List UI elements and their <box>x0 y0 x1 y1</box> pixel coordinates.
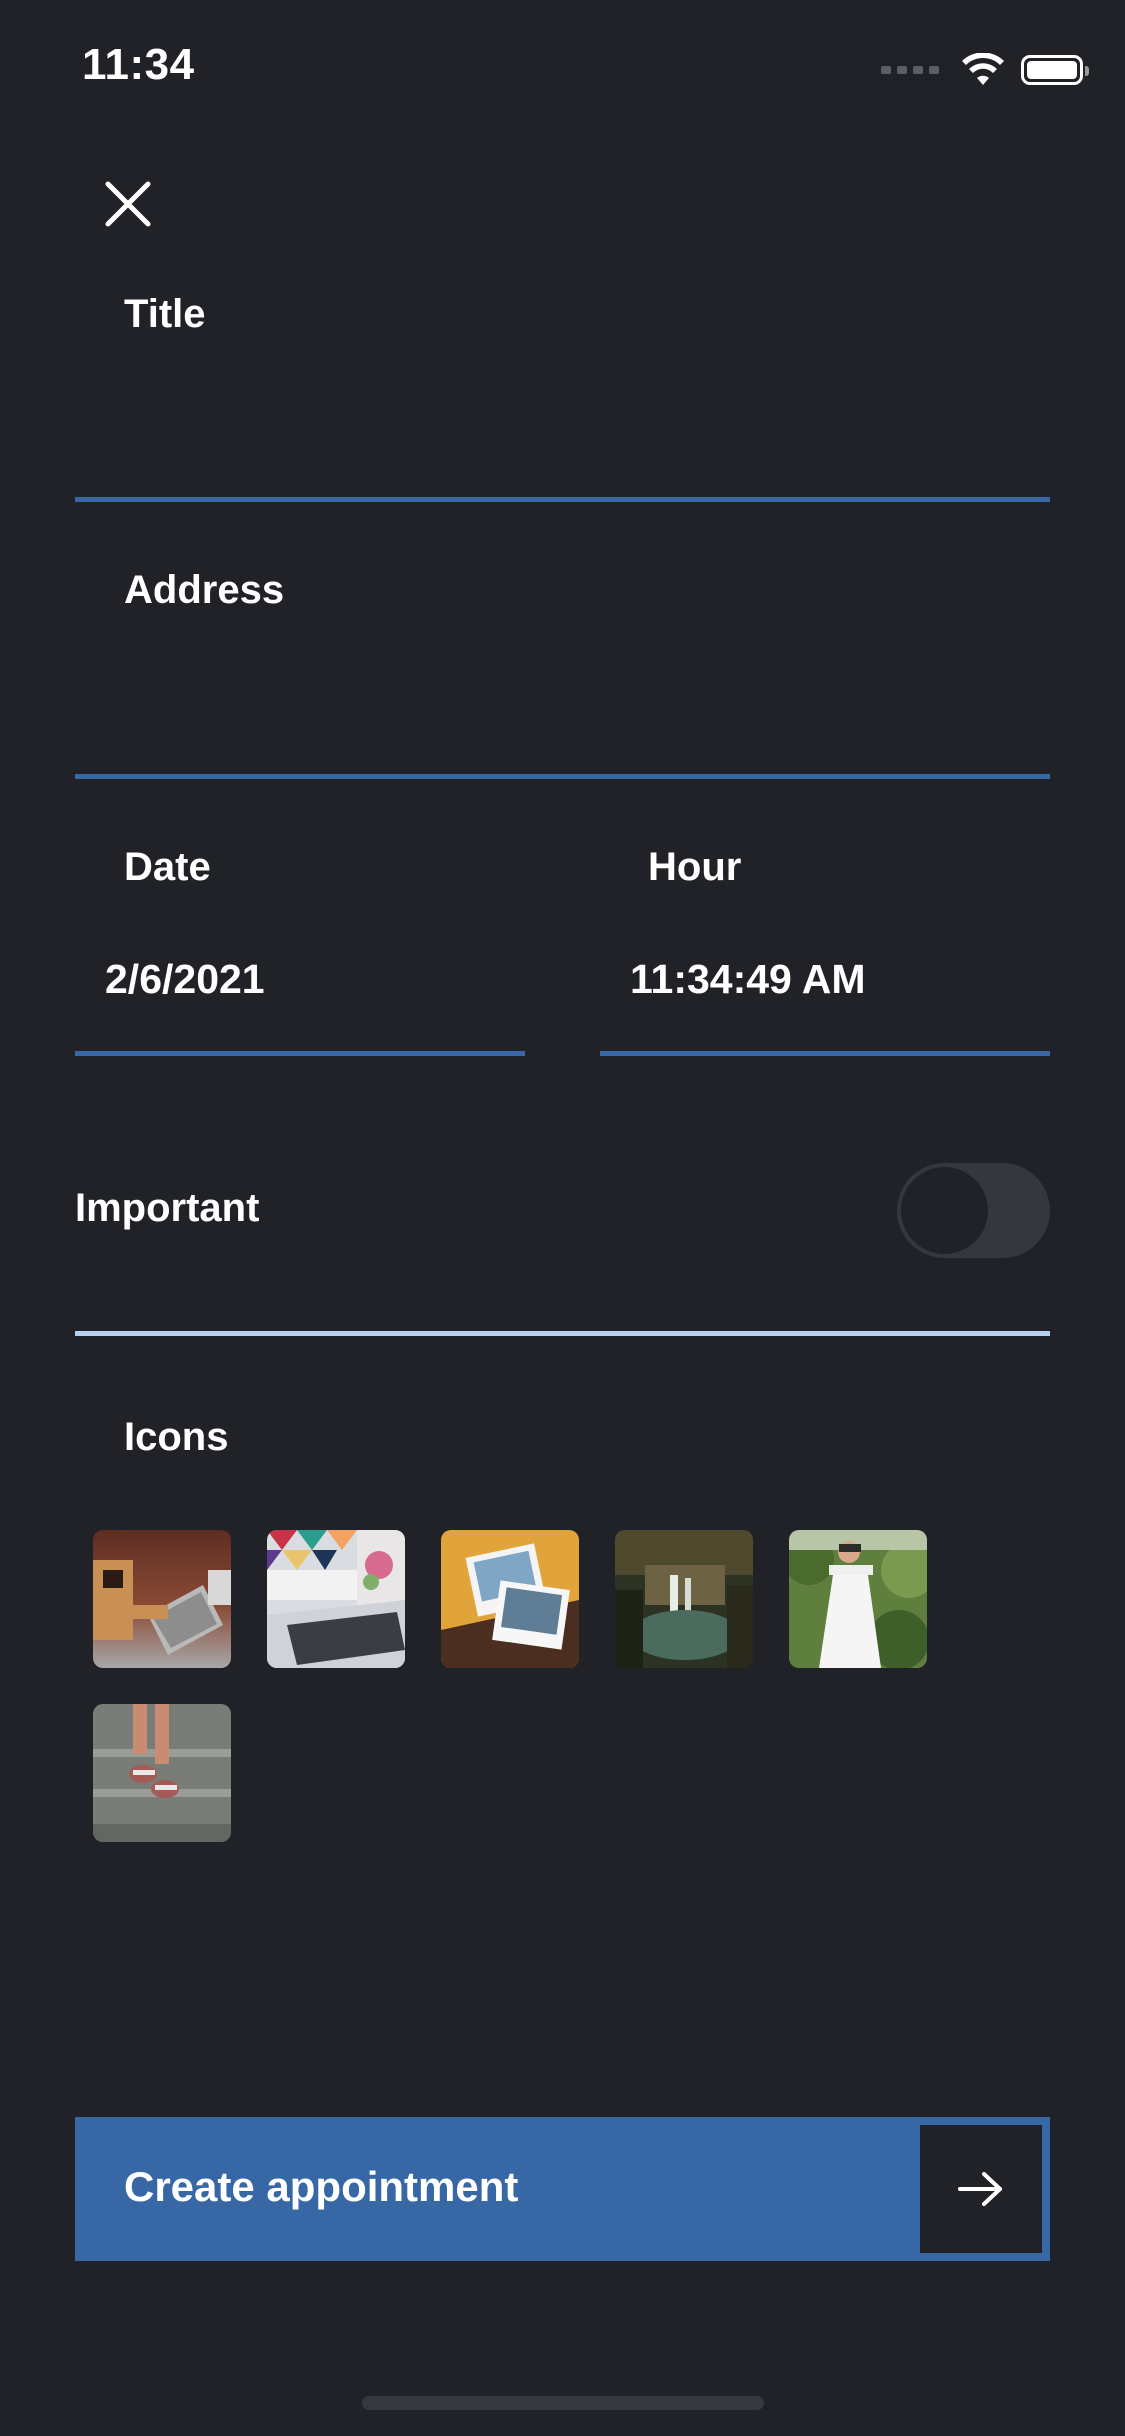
icons-label: Icons <box>124 1415 229 1459</box>
important-label: Important <box>75 1186 260 1230</box>
close-button[interactable] <box>100 176 156 232</box>
address-label: Address <box>124 568 285 612</box>
arrow-right-icon <box>958 2172 1002 2206</box>
date-input[interactable]: 2/6/2021 <box>105 956 265 1003</box>
title-label: Title <box>124 292 206 336</box>
laptop-colorful-thumbnail[interactable] <box>267 1530 405 1668</box>
date-label: Date <box>124 845 211 889</box>
robot-laptop-thumbnail[interactable] <box>93 1530 231 1668</box>
woman-white-dress-thumbnail[interactable] <box>789 1530 927 1668</box>
hour-input[interactable]: 11:34:49 AM <box>630 956 866 1003</box>
important-divider <box>75 1331 1050 1336</box>
important-toggle[interactable] <box>897 1163 1050 1258</box>
title-underline <box>75 497 1050 502</box>
wifi-icon <box>962 53 1004 85</box>
new-appointment-screen: 11:34 Title Address Date 2/6/2021 Hour 1… <box>0 0 1125 2436</box>
stairs-feet-thumbnail[interactable] <box>93 1704 231 1842</box>
hour-underline <box>600 1051 1050 1056</box>
cellular-signal-icon <box>881 66 939 74</box>
toggle-knob <box>901 1167 988 1254</box>
waterfall-thumbnail[interactable] <box>615 1530 753 1668</box>
address-underline <box>75 774 1050 779</box>
hour-label: Hour <box>648 845 742 889</box>
status-time: 11:34 <box>82 40 195 89</box>
home-indicator[interactable] <box>362 2396 764 2410</box>
address-input[interactable] <box>124 676 1024 736</box>
status-bar-icons <box>881 50 1089 90</box>
title-input[interactable] <box>124 400 1024 460</box>
date-underline <box>75 1051 525 1056</box>
create-arrow-box <box>920 2125 1042 2253</box>
close-icon <box>105 181 151 227</box>
create-appointment-button[interactable]: Create appointment <box>75 2117 1050 2261</box>
create-appointment-label: Create appointment <box>124 2163 519 2210</box>
battery-icon <box>1021 55 1089 85</box>
photos-stack-thumbnail[interactable] <box>441 1530 579 1668</box>
